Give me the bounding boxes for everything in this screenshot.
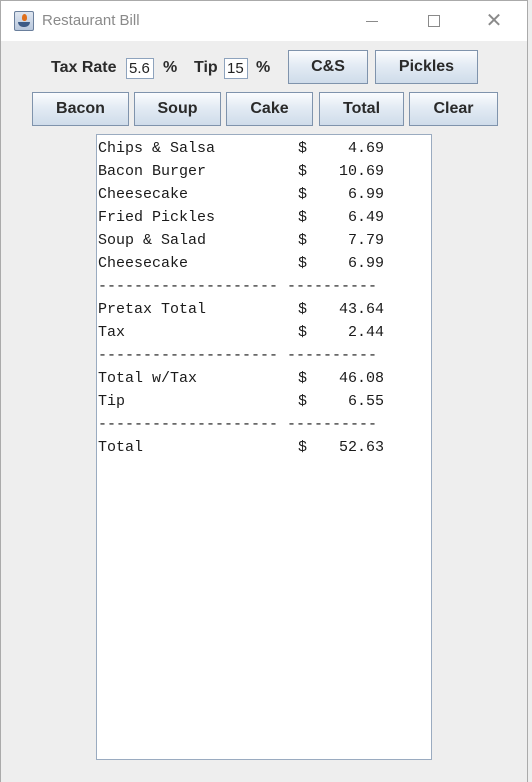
soup-button[interactable]: Soup — [134, 92, 221, 126]
receipt-text-area[interactable]: Chips & Salsa $4.69 Bacon Burger $10.69 Ch… — [96, 134, 432, 760]
total-button[interactable]: Total — [319, 92, 404, 126]
java-app-icon — [14, 11, 34, 31]
bacon-button[interactable]: Bacon — [32, 92, 129, 126]
receipt-separator: -------------------- ---------- — [98, 416, 378, 433]
clear-button[interactable]: Clear — [409, 92, 498, 126]
minimize-icon — [366, 20, 378, 22]
close-button[interactable]: ✕ — [471, 1, 517, 41]
minimize-button[interactable] — [349, 1, 395, 41]
receipt-separator: -------------------- ---------- — [98, 347, 378, 364]
maximize-icon — [428, 15, 440, 27]
tip-percent-label: % — [256, 59, 271, 76]
cake-button[interactable]: Cake — [226, 92, 313, 126]
pickles-button[interactable]: Pickles — [375, 50, 478, 84]
restaurant-bill-window: Restaurant Bill ✕ Tax Rate % Tip % C&S P… — [0, 0, 528, 782]
title-bar: Restaurant Bill ✕ — [1, 1, 527, 41]
tax-rate-label: Tax Rate — [51, 59, 117, 76]
receipt-separator: -------------------- ---------- — [98, 278, 378, 295]
tax-rate-input[interactable] — [126, 58, 154, 79]
tip-input[interactable] — [224, 58, 248, 79]
chips-salsa-button[interactable]: C&S — [288, 50, 368, 84]
tax-percent-label: % — [163, 59, 178, 76]
tip-label: Tip — [194, 59, 218, 76]
maximize-button[interactable] — [411, 1, 457, 41]
close-icon: ✕ — [485, 10, 503, 32]
window-title: Restaurant Bill — [42, 12, 140, 29]
